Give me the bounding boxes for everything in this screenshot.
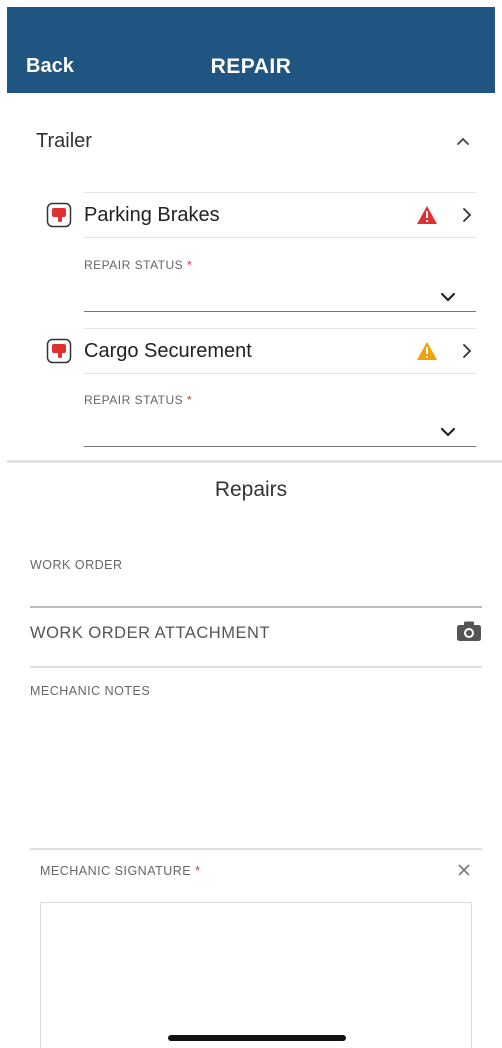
defect-item-parking-brakes[interactable]: Parking Brakes — [84, 192, 476, 238]
defect-item-name: Parking Brakes — [84, 204, 220, 226]
work-order-label: WORK ORDER — [30, 558, 123, 572]
warning-triangle-icon — [417, 206, 437, 224]
defect-item-name: Cargo Securement — [84, 340, 252, 362]
warning-triangle-icon — [417, 342, 437, 360]
required-marker: * — [187, 393, 193, 407]
defect-item-cargo-securement[interactable]: Cargo Securement — [84, 328, 476, 374]
chevron-up-icon[interactable] — [454, 132, 472, 150]
home-indicator — [168, 1035, 346, 1041]
page-title: REPAIR — [210, 55, 292, 78]
repair-status-label: REPAIR STATUS * — [84, 258, 192, 272]
repairs-title: Repairs — [214, 478, 288, 501]
chevron-right-icon[interactable] — [460, 207, 474, 223]
required-marker: * — [195, 864, 201, 878]
attachment-divider — [30, 666, 482, 668]
chevron-right-icon[interactable] — [460, 343, 474, 359]
close-icon[interactable] — [456, 862, 472, 878]
signature-label-text: MECHANIC SIGNATURE — [40, 864, 192, 878]
repair-status-text: REPAIR STATUS — [84, 258, 184, 272]
work-order-input[interactable] — [30, 606, 482, 608]
chevron-down-icon — [440, 427, 456, 437]
repair-status-text: REPAIR STATUS — [84, 393, 184, 407]
required-marker: * — [187, 258, 193, 272]
mechanic-signature-section: MECHANIC SIGNATURE * — [30, 848, 482, 1048]
signature-pad[interactable] — [40, 902, 472, 1048]
repair-status-select[interactable] — [84, 422, 476, 447]
section-title: Trailer — [36, 130, 92, 152]
trailer-section-header[interactable]: Trailer — [36, 130, 472, 154]
chevron-down-icon — [440, 292, 456, 302]
section-divider — [7, 460, 502, 463]
mechanic-notes-label: MECHANIC NOTES — [30, 684, 151, 698]
mechanic-signature-label: MECHANIC SIGNATURE * — [40, 864, 201, 878]
camera-icon[interactable] — [456, 620, 482, 642]
repair-status-label: REPAIR STATUS * — [84, 393, 192, 407]
thumbs-down-icon — [46, 202, 72, 228]
thumbs-down-icon — [46, 338, 72, 364]
header-bar: Back REPAIR — [7, 7, 495, 93]
work-order-attachment-label[interactable]: WORK ORDER ATTACHMENT — [30, 624, 270, 643]
repair-status-select[interactable] — [84, 287, 476, 312]
